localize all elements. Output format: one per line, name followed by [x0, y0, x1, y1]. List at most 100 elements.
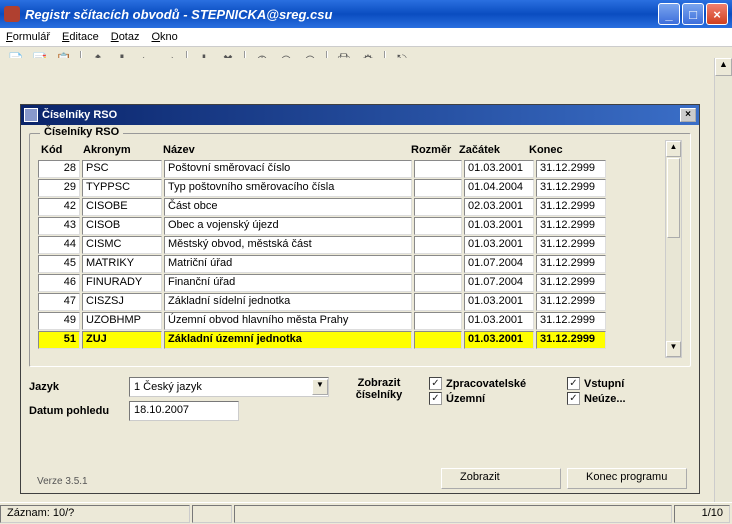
- cell-rozmer[interactable]: [414, 274, 462, 292]
- cell-zacatek[interactable]: 01.03.2001: [464, 236, 534, 254]
- menu-formular[interactable]: Formulář: [6, 31, 50, 43]
- jazyk-value: 1 Český jazyk: [130, 381, 312, 393]
- table-row[interactable]: 29TYPPSCTyp poštovního směrovacího čísla…: [38, 178, 665, 197]
- scroll-up-icon[interactable]: ▲: [666, 141, 681, 157]
- cell-zacatek[interactable]: 01.07.2004: [464, 274, 534, 292]
- cell-zacatek[interactable]: 01.03.2001: [464, 331, 534, 349]
- table-row[interactable]: 47CISZSJZákladní sídelní jednotka 01.03.2…: [38, 292, 665, 311]
- cell-rozmer[interactable]: [414, 179, 462, 197]
- cell-kod[interactable]: 49: [38, 312, 80, 330]
- table-row[interactable]: 42CISOBEČást obce 02.03.200131.12.2999: [38, 197, 665, 216]
- chk-uzemni[interactable]: ✓Územní: [429, 392, 553, 405]
- cell-konec[interactable]: 31.12.2999: [536, 179, 606, 197]
- cell-kod[interactable]: 29: [38, 179, 80, 197]
- menu-dotaz[interactable]: Dotaz: [111, 31, 140, 43]
- cell-konec[interactable]: 31.12.2999: [536, 312, 606, 330]
- cell-nazev[interactable]: Finanční úřad: [164, 274, 412, 292]
- cell-rozmer[interactable]: [414, 217, 462, 235]
- maximize-button[interactable]: □: [682, 3, 704, 25]
- status-record: Záznam: 10/?: [0, 505, 190, 523]
- cell-rozmer[interactable]: [414, 236, 462, 254]
- scroll-thumb[interactable]: [667, 158, 680, 238]
- cell-akronym[interactable]: CISZSJ: [82, 293, 162, 311]
- cell-konec[interactable]: 31.12.2999: [536, 293, 606, 311]
- cell-zacatek[interactable]: 01.03.2001: [464, 217, 534, 235]
- minimize-button[interactable]: _: [658, 3, 680, 25]
- cell-nazev[interactable]: Územní obvod hlavního města Prahy: [164, 312, 412, 330]
- cell-akronym[interactable]: UZOBHMP: [82, 312, 162, 330]
- cell-zacatek[interactable]: 01.03.2001: [464, 312, 534, 330]
- cell-nazev[interactable]: Část obce: [164, 198, 412, 216]
- cell-zacatek[interactable]: 01.03.2001: [464, 293, 534, 311]
- table-scrollbar[interactable]: ▲ ▼: [665, 140, 682, 358]
- cell-nazev[interactable]: Městský obvod, městská část: [164, 236, 412, 254]
- table-row[interactable]: 46FINURADYFinanční úřad 01.07.200431.12.2…: [38, 273, 665, 292]
- child-icon: [24, 108, 38, 122]
- close-button[interactable]: ×: [706, 3, 728, 25]
- cell-rozmer[interactable]: [414, 255, 462, 273]
- table-row[interactable]: 28PSCPoštovní směrovací číslo 01.03.20013…: [38, 159, 665, 178]
- cell-konec[interactable]: 31.12.2999: [536, 274, 606, 292]
- cell-kod[interactable]: 28: [38, 160, 80, 178]
- cell-akronym[interactable]: TYPPSC: [82, 179, 162, 197]
- cell-zacatek[interactable]: 02.03.2001: [464, 198, 534, 216]
- cell-akronym[interactable]: MATRIKY: [82, 255, 162, 273]
- cell-akronym[interactable]: CISMC: [82, 236, 162, 254]
- table-row[interactable]: 45MATRIKYMatriční úřad 01.07.200431.12.29…: [38, 254, 665, 273]
- cell-zacatek[interactable]: 01.03.2001: [464, 160, 534, 178]
- cell-akronym[interactable]: CISOB: [82, 217, 162, 235]
- cell-nazev[interactable]: Typ poštovního směrovacího čísla: [164, 179, 412, 197]
- cell-zacatek[interactable]: 01.07.2004: [464, 255, 534, 273]
- jazyk-combobox[interactable]: 1 Český jazyk ▼: [129, 377, 329, 397]
- konec-button[interactable]: Konec programu: [567, 468, 687, 489]
- child-close-button[interactable]: ×: [680, 108, 696, 122]
- cell-akronym[interactable]: FINURADY: [82, 274, 162, 292]
- datum-input[interactable]: 18.10.2007: [129, 401, 239, 421]
- datum-label: Datum pohledu: [29, 405, 129, 417]
- cell-akronym[interactable]: ZUJ: [82, 331, 162, 349]
- table-row[interactable]: 43CISOBObec a vojenský újezd 01.03.200131…: [38, 216, 665, 235]
- cell-rozmer[interactable]: [414, 331, 462, 349]
- cell-kod[interactable]: 44: [38, 236, 80, 254]
- table-row[interactable]: 51ZUJZákladní územní jednotka 01.03.20013…: [38, 330, 665, 349]
- col-kod: Kód: [38, 144, 80, 156]
- cell-nazev[interactable]: Poštovní směrovací číslo: [164, 160, 412, 178]
- table-row[interactable]: 44CISMCMěstský obvod, městská část 01.03.…: [38, 235, 665, 254]
- cell-nazev[interactable]: Matriční úřad: [164, 255, 412, 273]
- cell-konec[interactable]: 31.12.2999: [536, 217, 606, 235]
- cell-kod[interactable]: 43: [38, 217, 80, 235]
- cell-konec[interactable]: 31.12.2999: [536, 255, 606, 273]
- cell-konec[interactable]: 31.12.2999: [536, 198, 606, 216]
- cell-akronym[interactable]: PSC: [82, 160, 162, 178]
- cell-rozmer[interactable]: [414, 293, 462, 311]
- cell-kod[interactable]: 46: [38, 274, 80, 292]
- cell-nazev[interactable]: Základní územní jednotka: [164, 331, 412, 349]
- scroll-down-icon[interactable]: ▼: [666, 341, 681, 357]
- cell-zacatek[interactable]: 01.04.2004: [464, 179, 534, 197]
- version-label: Verze 3.5.1: [37, 476, 88, 487]
- scroll-up-icon[interactable]: ▲: [715, 58, 732, 76]
- cell-rozmer[interactable]: [414, 312, 462, 330]
- cell-nazev[interactable]: Základní sídelní jednotka: [164, 293, 412, 311]
- cell-konec[interactable]: 31.12.2999: [536, 331, 606, 349]
- cell-kod[interactable]: 51: [38, 331, 80, 349]
- status-panel: [192, 505, 232, 523]
- cell-konec[interactable]: 31.12.2999: [536, 160, 606, 178]
- chk-neuze[interactable]: ✓Neúze...: [567, 392, 691, 405]
- cell-rozmer[interactable]: [414, 198, 462, 216]
- table-row[interactable]: 49UZOBHMPÚzemní obvod hlavního města Pra…: [38, 311, 665, 330]
- cell-konec[interactable]: 31.12.2999: [536, 236, 606, 254]
- chevron-down-icon[interactable]: ▼: [312, 379, 328, 395]
- cell-kod[interactable]: 42: [38, 198, 80, 216]
- cell-rozmer[interactable]: [414, 160, 462, 178]
- chk-zpracovatelske[interactable]: ✓Zpracovatelské: [429, 377, 553, 390]
- menu-okno[interactable]: Okno: [151, 31, 177, 43]
- mdi-scrollbar[interactable]: ▲: [714, 58, 732, 502]
- zobrazit-button[interactable]: Zobrazit: [441, 468, 561, 489]
- cell-kod[interactable]: 45: [38, 255, 80, 273]
- cell-nazev[interactable]: Obec a vojenský újezd: [164, 217, 412, 235]
- cell-akronym[interactable]: CISOBE: [82, 198, 162, 216]
- cell-kod[interactable]: 47: [38, 293, 80, 311]
- menu-editace[interactable]: Editace: [62, 31, 99, 43]
- chk-vstupni[interactable]: ✓Vstupní: [567, 377, 691, 390]
